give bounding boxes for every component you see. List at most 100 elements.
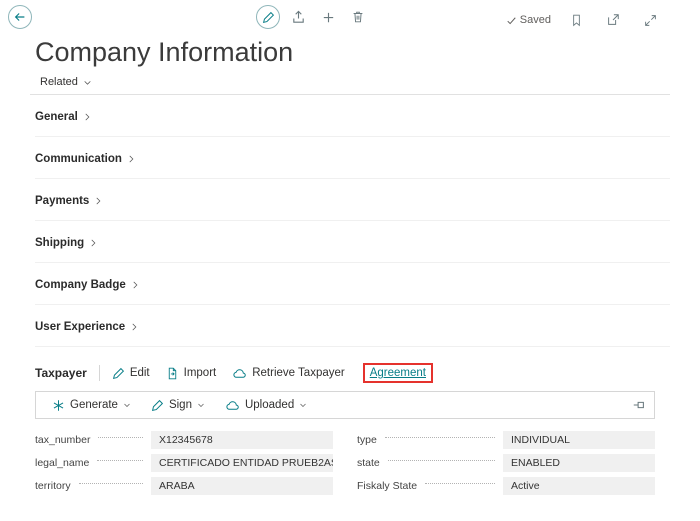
chevron-right-icon — [130, 280, 140, 290]
import-action[interactable]: Import — [166, 367, 217, 380]
delete-button[interactable] — [346, 5, 370, 29]
section-label: General — [35, 111, 78, 123]
chevron-right-icon — [93, 196, 103, 206]
field-value[interactable]: Active — [503, 477, 655, 495]
section-company-badge[interactable]: Company Badge — [35, 263, 670, 305]
share-icon — [291, 10, 306, 25]
cloud-icon — [232, 366, 247, 381]
taxpayer-part: Taxpayer Edit Import Retrieve Taxpayer A… — [35, 363, 655, 495]
field-label: type — [357, 434, 377, 446]
section-label: User Experience — [35, 321, 125, 333]
delete-icon — [351, 10, 365, 24]
fields-left-column: tax_number X12345678 legal_name CERTIFIC… — [35, 431, 333, 495]
annotation-highlight-box: Agreement — [363, 363, 433, 383]
edit-action[interactable]: Edit — [112, 367, 150, 380]
taxpayer-part-title: Taxpayer — [35, 366, 87, 380]
taxpayer-action-bar: Taxpayer Edit Import Retrieve Taxpayer A… — [35, 363, 655, 383]
field-fiskaly-state: Fiskaly State Active — [357, 477, 655, 495]
edit-pencil-icon — [262, 11, 275, 24]
generate-menu-button[interactable]: Generate — [44, 394, 139, 416]
page-title: Company Information — [35, 36, 700, 68]
sign-menu-label: Sign — [169, 399, 192, 411]
section-user-experience[interactable]: User Experience — [35, 305, 670, 347]
record-actions — [256, 5, 372, 29]
back-button[interactable] — [8, 5, 32, 29]
chevron-down-icon — [83, 78, 92, 87]
field-value[interactable]: X12345678 — [151, 431, 333, 449]
import-icon — [166, 367, 179, 380]
field-label: legal_name — [35, 457, 89, 469]
section-general[interactable]: General — [35, 95, 670, 137]
dotted-leader — [97, 460, 143, 461]
dotted-leader — [98, 437, 143, 438]
section-communication[interactable]: Communication — [35, 137, 670, 179]
expand-icon — [644, 14, 657, 27]
field-value[interactable]: ENABLED — [503, 454, 655, 472]
field-type: type INDIVIDUAL — [357, 431, 655, 449]
section-shipping[interactable]: Shipping — [35, 221, 670, 263]
bookmark-icon — [570, 14, 583, 27]
field-territory: territory ARABA — [35, 477, 333, 495]
field-value[interactable]: ARABA — [151, 477, 333, 495]
edit-button[interactable] — [256, 5, 280, 29]
section-label: Communication — [35, 153, 122, 165]
related-menu-label: Related — [40, 76, 78, 88]
vertical-divider — [99, 365, 100, 381]
pin-icon — [632, 398, 646, 412]
taxpayer-fields: tax_number X12345678 legal_name CERTIFIC… — [35, 431, 655, 495]
top-command-bar: Saved — [0, 0, 700, 34]
generate-icon — [52, 399, 65, 412]
section-payments[interactable]: Payments — [35, 179, 670, 221]
fields-right-column: type INDIVIDUAL state ENABLED Fiskaly St… — [357, 431, 655, 495]
dotted-leader — [79, 483, 143, 484]
import-action-label: Import — [184, 367, 217, 379]
edit-pencil-icon — [112, 367, 125, 380]
chevron-down-icon — [123, 401, 131, 409]
field-tax-number: tax_number X12345678 — [35, 431, 333, 449]
add-icon — [321, 10, 336, 25]
uploaded-menu-button[interactable]: Uploaded — [217, 394, 315, 416]
field-label: state — [357, 457, 380, 469]
back-icon — [13, 10, 27, 24]
chevron-down-icon — [299, 401, 307, 409]
field-label: Fiskaly State — [357, 480, 417, 492]
field-label: tax_number — [35, 434, 90, 446]
chevron-down-icon — [197, 401, 205, 409]
dotted-leader — [388, 460, 495, 461]
retrieve-taxpayer-action[interactable]: Retrieve Taxpayer — [232, 366, 344, 381]
window-controls: Saved — [506, 8, 662, 32]
chevron-right-icon — [88, 238, 98, 248]
fasttab-list: General Communication Payments Shipping … — [35, 95, 670, 347]
field-state: state ENABLED — [357, 454, 655, 472]
related-menu-button[interactable]: Related — [40, 76, 92, 88]
dotted-leader — [425, 483, 495, 484]
section-label: Payments — [35, 195, 89, 207]
field-value[interactable]: CERTIFICADO ENTIDAD PRUEB2AS — [151, 454, 333, 472]
new-button[interactable] — [316, 5, 340, 29]
bookmark-button[interactable] — [564, 8, 588, 32]
taxpayer-toolbar: Generate Sign Uploaded — [35, 391, 655, 419]
menu-bar: Related — [30, 72, 670, 95]
section-label: Shipping — [35, 237, 84, 249]
agreement-action[interactable]: Agreement — [370, 367, 426, 379]
generate-menu-label: Generate — [70, 399, 118, 411]
field-legal-name: legal_name CERTIFICADO ENTIDAD PRUEB2AS — [35, 454, 333, 472]
retrieve-taxpayer-action-label: Retrieve Taxpayer — [252, 367, 344, 379]
pin-button[interactable] — [632, 398, 646, 412]
popout-button[interactable] — [601, 8, 625, 32]
save-status: Saved — [506, 14, 551, 26]
field-value[interactable]: INDIVIDUAL — [503, 431, 655, 449]
sign-menu-button[interactable]: Sign — [143, 394, 213, 416]
popout-icon — [606, 13, 620, 27]
dotted-leader — [385, 437, 495, 438]
check-icon — [506, 15, 517, 26]
cloud-icon — [225, 398, 240, 413]
save-status-label: Saved — [520, 14, 551, 26]
chevron-right-icon — [129, 322, 139, 332]
edit-action-label: Edit — [130, 367, 150, 379]
share-button[interactable] — [286, 5, 310, 29]
expand-button[interactable] — [638, 8, 662, 32]
chevron-right-icon — [82, 112, 92, 122]
chevron-right-icon — [126, 154, 136, 164]
field-label: territory — [35, 480, 71, 492]
